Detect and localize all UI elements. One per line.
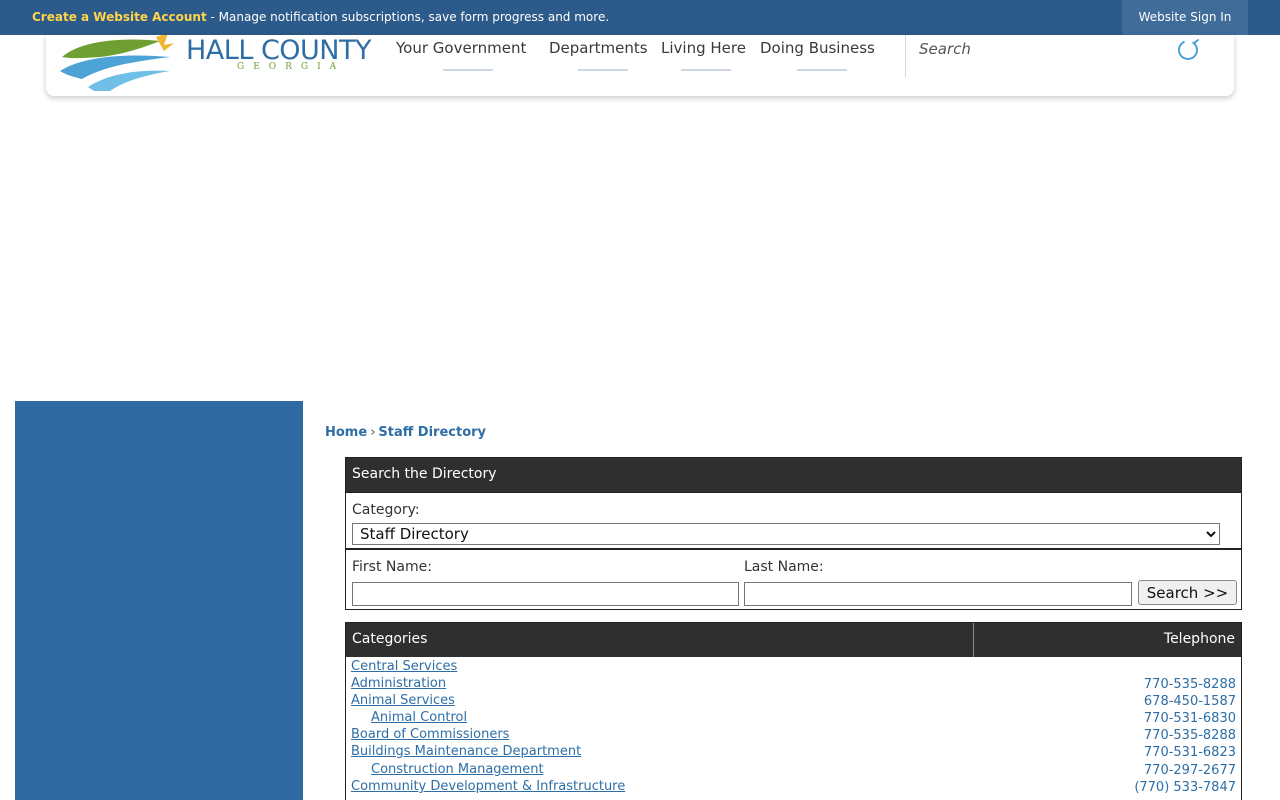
telephone-number: 770-535-8288 (1143, 728, 1236, 743)
notification-bar: Create a Website Account - Manage notifi… (0, 0, 1280, 35)
category-link[interactable]: Construction Management (371, 762, 544, 777)
telephone-number: 678-450-1587 (1143, 694, 1236, 709)
logo-subtitle: GEORGIA (237, 62, 346, 72)
category-select[interactable]: Staff Directory (352, 523, 1220, 545)
directory-search-button[interactable]: Search >> (1138, 580, 1237, 605)
category-link[interactable]: Board of Commissioners (351, 727, 509, 742)
table-row: Community Development & Infrastructure (7… (346, 779, 1241, 796)
nav-departments[interactable]: Departments (549, 39, 648, 71)
telephone-number: (770) 533-7847 (1134, 780, 1236, 795)
first-name-field[interactable] (352, 582, 739, 606)
table-row: Central Services (346, 659, 1241, 676)
telephone-number: 770-531-6823 (1143, 745, 1236, 760)
first-name-label: First Name: (352, 559, 432, 575)
nav-living-here[interactable]: Living Here (661, 39, 746, 71)
nav-underline (443, 69, 493, 71)
notification-text: - Manage notification subscriptions, sav… (206, 10, 610, 24)
nav-label: Doing Business (760, 39, 875, 57)
sidebar-panel (15, 401, 303, 800)
nav-your-government[interactable]: Your Government (396, 39, 526, 71)
category-link[interactable]: Animal Control (371, 710, 467, 725)
site-header: HALL COUNTY GEORGIA Your Government Depa… (46, 35, 1234, 96)
telephone-number: 770-535-8288 (1143, 677, 1236, 692)
category-link[interactable]: Community Development & Infrastructure (351, 779, 625, 794)
categories-table: Categories Telephone Central Services Adm… (345, 622, 1242, 800)
nav-underline (797, 69, 847, 71)
logo-emblem-icon (60, 35, 174, 91)
hall-county-logo[interactable]: HALL COUNTY GEORGIA (60, 35, 380, 91)
breadcrumb-home[interactable]: Home (325, 425, 367, 440)
category-link[interactable]: Administration (351, 676, 446, 691)
table-row: Construction Management 770-297-2677 (346, 762, 1241, 779)
website-sign-in-button[interactable]: Website Sign In (1122, 0, 1248, 35)
nav-underline (578, 69, 628, 71)
table-row: Animal Control 770-531-6830 (346, 710, 1241, 727)
table-row: Animal Services 678-450-1587 (346, 693, 1241, 710)
header-divider (905, 35, 906, 77)
telephone-number: 770-531-6830 (1143, 711, 1236, 726)
last-name-label: Last Name: (744, 559, 824, 575)
directory-search-box: Search the Directory Category: Staff Dir… (345, 457, 1242, 610)
nav-label: Departments (549, 39, 648, 57)
category-link[interactable]: Animal Services (351, 693, 455, 708)
create-account-link[interactable]: Create a Website Account (32, 10, 207, 24)
category-link[interactable]: Buildings Maintenance Department (351, 744, 581, 759)
category-link[interactable]: Central Services (351, 659, 457, 674)
category-row: Category: Staff Directory (346, 492, 1241, 550)
telephone-column-header: Telephone (1163, 631, 1235, 647)
breadcrumb-current[interactable]: Staff Directory (378, 425, 486, 440)
category-label: Category: (352, 502, 420, 518)
last-name-field[interactable] (744, 582, 1132, 606)
search-icon[interactable] (1176, 37, 1202, 63)
breadcrumb-separator: › (370, 425, 376, 440)
nav-doing-business[interactable]: Doing Business (760, 39, 875, 71)
directory-heading: Search the Directory (346, 458, 1241, 492)
site-search-input[interactable] (919, 35, 1159, 63)
nav-label: Your Government (396, 39, 527, 57)
nav-label: Living Here (661, 39, 746, 57)
breadcrumb: Home › Staff Directory (325, 425, 486, 440)
header-column-divider (973, 623, 974, 657)
table-row: Board of Commissioners 770-535-8288 (346, 727, 1241, 744)
telephone-number: 770-297-2677 (1143, 763, 1236, 778)
table-row: Buildings Maintenance Department 770-531-… (346, 744, 1241, 761)
categories-header: Categories Telephone (346, 623, 1241, 657)
notification-message: Create a Website Account - Manage notifi… (32, 10, 609, 24)
table-row: Administration 770-535-8288 (346, 676, 1241, 693)
nav-underline (681, 69, 731, 71)
categories-column-header: Categories (352, 631, 428, 647)
